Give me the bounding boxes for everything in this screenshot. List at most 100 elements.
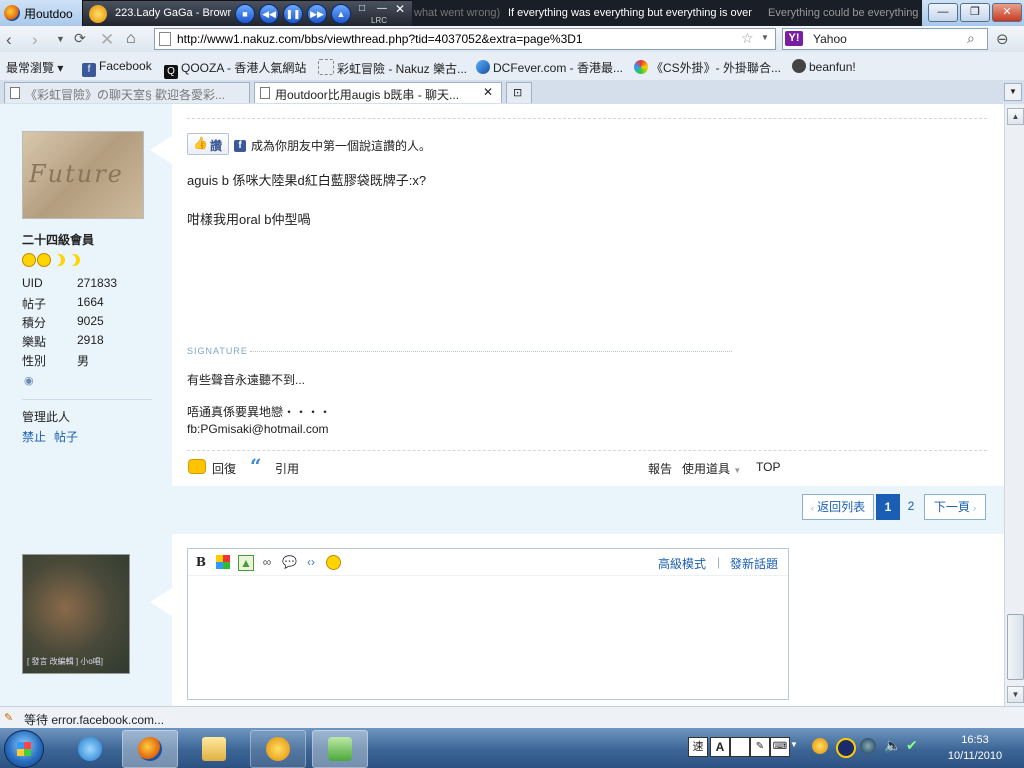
reply-link[interactable]: 回復 (212, 460, 236, 477)
media-title: 223.Lady GaGa - Browr (115, 7, 232, 19)
stop-button[interactable]: ■ (235, 4, 255, 24)
restore-button[interactable]: ❐ (960, 3, 990, 22)
link-icon[interactable]: ∞ (260, 555, 274, 569)
new-topic-link[interactable]: 發新話題 (730, 555, 778, 572)
report-link[interactable]: 報告 (648, 460, 672, 477)
ime-mode-icon[interactable]: A (710, 737, 730, 757)
post-line-2: 咁樣我用oral b仲型喎 (187, 212, 311, 227)
search-icon[interactable]: ⌕ (967, 30, 975, 47)
new-tab-button[interactable]: ⊡ (506, 82, 532, 103)
smiley-icon[interactable] (326, 555, 341, 570)
scroll-down-icon[interactable]: ▼ (1007, 686, 1024, 703)
scrollbar-thumb[interactable] (1007, 614, 1024, 680)
ime-menu-icon[interactable]: ▼ (790, 740, 798, 749)
tab-chatroom[interactable]: 《彩虹冒險》の聊天室§ 歡迎各愛彩... (4, 82, 250, 103)
pause-button[interactable]: ❚❚ (283, 4, 303, 24)
ban-link[interactable]: 禁止 (22, 428, 46, 445)
tools-label: 使用道具 (682, 462, 731, 476)
close-button[interactable]: ✕ (992, 3, 1022, 22)
scroll-up-icon[interactable]: ▲ (1007, 108, 1024, 125)
player-icon (89, 5, 107, 23)
yahoo-icon[interactable]: Y! (785, 31, 803, 46)
search-box[interactable]: Y! Yahoo ⌕ (782, 28, 988, 50)
bookmark-nakuz[interactable]: 彩虹冒險 - Nakuz 樂古... (318, 59, 467, 77)
bookmark-cs-plugin[interactable]: 《CS外掛》- 外掛聯合... (634, 59, 781, 76)
player-minimize-icon[interactable]: — (377, 3, 387, 14)
globe-icon[interactable] (860, 738, 876, 754)
player-restore-icon[interactable]: □ (359, 3, 365, 14)
bookmark-facebook[interactable]: f Facebook (82, 59, 152, 77)
url-dropdown-icon[interactable]: ▼ (761, 33, 769, 42)
quick-reply-editor[interactable]: B ▲ ∞ 💬 ‹› 高級模式 | 發新話題 (187, 548, 789, 700)
tab-close-icon[interactable]: ✕ (483, 85, 493, 99)
advanced-mode-link[interactable]: 高級模式 (658, 555, 706, 572)
page-2-button[interactable]: 2 (902, 494, 920, 518)
ime-keyboard-icon[interactable]: ⌨ (770, 737, 790, 757)
network-broadcast-icon[interactable] (836, 738, 856, 758)
bookmark-beanfun[interactable]: beanfun! (792, 59, 856, 74)
tools-menu[interactable]: 使用道具 ▼ (682, 460, 741, 477)
bookmark-qooza[interactable]: Q QOOZA - 香港人氣網站 (164, 59, 306, 79)
quote-bubble-icon[interactable]: 💬 (282, 555, 297, 569)
posts-link[interactable]: 帖子 (54, 428, 78, 445)
addon-menu-icon[interactable]: ⊖ (996, 30, 1009, 48)
toolbar-separator: | (717, 555, 721, 569)
new-tab-icon: ⊡ (513, 87, 523, 99)
taskbar-media-player[interactable] (250, 730, 306, 768)
ime-icon[interactable]: 速 (688, 737, 708, 757)
next-page-button[interactable]: 下一頁 › (924, 494, 986, 520)
bookmark-star-icon[interactable]: ☆ (741, 30, 754, 47)
bubble-pointer (150, 588, 172, 616)
taskbar-messenger[interactable] (312, 730, 368, 768)
ime-pen-icon[interactable]: ✎ (750, 737, 770, 757)
next-button[interactable]: ▶▶ (307, 4, 327, 24)
top-link[interactable]: TOP (756, 460, 780, 474)
reload-icon[interactable]: ⟳ (74, 30, 86, 47)
tab-current-thread[interactable]: 用outdoor比用augis b既串 - 聊天... ✕ (254, 82, 502, 103)
history-dropdown-icon[interactable]: ▼ (56, 34, 65, 44)
online-status-icon[interactable]: ◉ (24, 374, 34, 387)
bookmark-dcfever[interactable]: DCFever.com - 香港最... (476, 59, 623, 76)
user-avatar[interactable]: Future (22, 131, 144, 219)
url-bar[interactable]: http://www1.nakuz.com/bbs/viewthread.php… (154, 28, 776, 50)
facebook-icon: f (234, 137, 246, 152)
stat-key: 性別 (22, 354, 47, 368)
color-icon[interactable] (216, 555, 230, 569)
eject-button[interactable]: ▲ (331, 4, 351, 24)
back-icon[interactable]: ‹ (6, 30, 12, 50)
quote-icon[interactable]: “ (250, 454, 262, 478)
start-button[interactable] (4, 730, 44, 768)
vertical-scrollbar[interactable]: ▲ ▼ (1004, 104, 1024, 706)
taskbar-ie[interactable] (62, 730, 118, 768)
volume-icon[interactable]: 🔈 (884, 737, 901, 754)
network-icon[interactable]: ✔ (906, 737, 918, 754)
image-icon[interactable]: ▲ (238, 555, 254, 571)
current-user-avatar[interactable]: [ 發言 改編輯 ] 小o唱] (22, 554, 130, 674)
lrc-label[interactable]: LRC (371, 16, 387, 25)
bold-icon[interactable]: B (194, 555, 208, 569)
minimize-button[interactable]: — (928, 3, 958, 22)
quote-link[interactable]: 引用 (275, 460, 299, 477)
taskbar-firefox[interactable] (122, 730, 178, 768)
url-text[interactable]: http://www1.nakuz.com/bbs/viewthread.php… (177, 32, 583, 46)
forward-icon[interactable]: › (32, 30, 38, 50)
signature-label: SIGNATURE (187, 346, 248, 356)
clock[interactable]: 16:53 10/11/2010 (930, 732, 1020, 764)
reply-icon[interactable] (188, 459, 206, 474)
ime-fullwidth-icon[interactable] (730, 737, 750, 757)
bookmark-most-visited[interactable]: 最常瀏覽 ▾ (6, 59, 63, 76)
like-button[interactable]: 👍 讚 (187, 133, 229, 155)
page-1-button[interactable]: 1 (876, 494, 900, 520)
back-to-list-button[interactable]: ‹ 返回列表 (802, 494, 874, 520)
prev-button[interactable]: ◀◀ (259, 4, 279, 24)
code-icon[interactable]: ‹› (304, 555, 318, 569)
home-icon[interactable]: ⌂ (126, 30, 136, 48)
tab-list-icon[interactable]: ▼ (1004, 83, 1022, 101)
taskbar-explorer[interactable] (186, 730, 242, 768)
player-close-icon[interactable]: ✕ (395, 2, 405, 16)
search-engine-label[interactable]: Yahoo (813, 32, 847, 46)
stop-icon[interactable]: ✕ (100, 30, 114, 50)
stat-value: 1664 (77, 295, 104, 309)
player-tray-icon[interactable] (812, 738, 828, 754)
back-label: 返回列表 (817, 500, 866, 514)
